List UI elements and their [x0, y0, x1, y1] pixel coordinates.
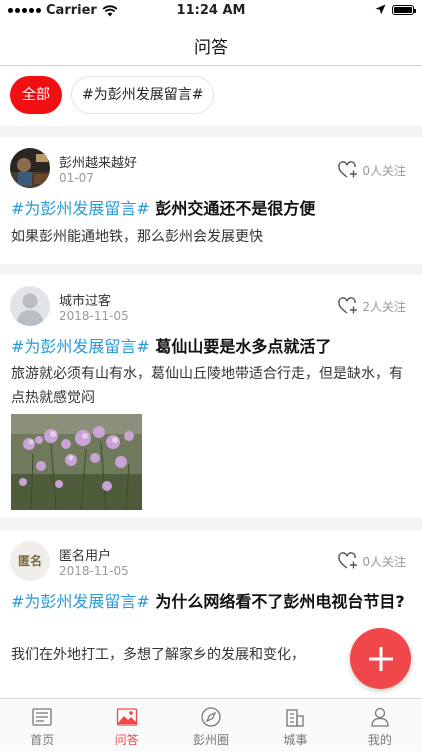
post-date: 2018-11-05 — [59, 564, 129, 578]
post-photo[interactable] — [11, 414, 142, 510]
question-content: 如果彭州能通地铁，那么彭州会发展更快 — [11, 229, 263, 245]
post-date: 01-07 — [59, 171, 94, 185]
question-title-text: 彭州交通还不是很方便 — [155, 199, 316, 218]
image-icon — [116, 708, 137, 726]
follow-button[interactable]: 2人关注 — [338, 297, 406, 315]
filter-tag-topic[interactable]: #为彭州发展留言# — [71, 76, 215, 114]
tab-label: 彭州圈 — [193, 733, 230, 747]
avatar-photo — [10, 148, 50, 188]
flower-photo — [11, 414, 142, 510]
compass-icon — [201, 707, 221, 727]
anonymous-avatar-text: 匿名 — [17, 554, 42, 568]
plus-icon — [368, 646, 393, 671]
question-content: 旅游就必须有山有水，葛仙山丘陵地带适合行走，但是缺水，有点热就感觉闷 — [11, 366, 403, 406]
page-title: 问答 — [194, 38, 228, 58]
follow-count: 0人关注 — [362, 163, 406, 178]
heart-plus-icon — [338, 297, 358, 314]
tab-qa[interactable]: 问答 — [84, 699, 168, 751]
add-question-button[interactable] — [350, 628, 411, 689]
section-divider — [0, 518, 422, 530]
follow-button[interactable]: 0人关注 — [338, 552, 406, 570]
tab-label: 问答 — [114, 733, 139, 747]
follow-count: 2人关注 — [362, 299, 406, 314]
follow-count: 0人关注 — [362, 554, 406, 569]
nav-bar: 问答 — [0, 22, 422, 66]
username[interactable]: 城市过客 — [59, 290, 111, 309]
question-title[interactable]: #为彭州发展留言# 葛仙山要是水多点就活了 — [11, 335, 409, 359]
news-icon — [32, 708, 52, 726]
question-title[interactable]: #为彭州发展留言# 彭州交通还不是很方便 — [11, 197, 409, 221]
heart-plus-icon — [338, 552, 358, 569]
filter-tag-all[interactable]: 全部 — [10, 76, 62, 114]
follow-button[interactable]: 0人关注 — [338, 161, 406, 179]
question-title-text: 葛仙山要是水多点就活了 — [155, 337, 332, 356]
battery-icon — [392, 4, 416, 15]
heart-plus-icon — [338, 161, 358, 178]
post-date: 2018-11-05 — [59, 309, 129, 323]
tab-label: 我的 — [367, 733, 392, 747]
tab-city[interactable]: 城事 — [253, 699, 337, 751]
location-arrow-icon — [375, 4, 386, 15]
question-title[interactable]: #为彭州发展留言# 为什么网络看不了彭州电视台节目? — [11, 590, 409, 614]
question-card[interactable]: 城市过客 2018-11-05 2人关注 #为彭州发展留言# 葛仙山要是水多点就… — [0, 275, 422, 518]
question-card[interactable]: 彭州越来越好 01-07 0人关注 #为彭州发展留言# 彭州交通还不是很方便 如… — [0, 137, 422, 264]
tab-label: 首页 — [30, 733, 55, 747]
status-bar: Carrier 11:24 AM — [0, 0, 422, 22]
username[interactable]: 匿名用户 — [59, 545, 111, 564]
hashtag-link[interactable]: #为彭州发展留言# — [11, 199, 150, 218]
avatar[interactable] — [10, 286, 50, 326]
tab-label: 城事 — [283, 733, 308, 747]
tab-profile[interactable]: 我的 — [338, 699, 422, 751]
tab-bar: 首页 问答 彭州圈 城事 我的 — [0, 698, 422, 751]
section-divider — [0, 126, 422, 137]
username[interactable]: 彭州越来越好 — [59, 152, 137, 171]
avatar[interactable] — [10, 148, 50, 188]
section-divider — [0, 264, 422, 275]
avatar[interactable]: 匿名 — [10, 541, 50, 581]
hashtag-link[interactable]: #为彭州发展留言# — [11, 592, 150, 611]
person-icon — [371, 707, 389, 727]
building-icon — [286, 709, 305, 727]
question-title-text: 为什么网络看不了彭州电视台节目? — [155, 592, 405, 611]
hashtag-link[interactable]: #为彭州发展留言# — [11, 337, 150, 356]
status-time: 11:24 AM — [176, 3, 246, 18]
status-right — [375, 4, 416, 15]
default-avatar-icon — [10, 286, 50, 326]
tab-home[interactable]: 首页 — [0, 699, 84, 751]
filter-tags: 全部 #为彭州发展留言# — [10, 76, 215, 114]
tab-circle[interactable]: 彭州圈 — [169, 699, 253, 751]
